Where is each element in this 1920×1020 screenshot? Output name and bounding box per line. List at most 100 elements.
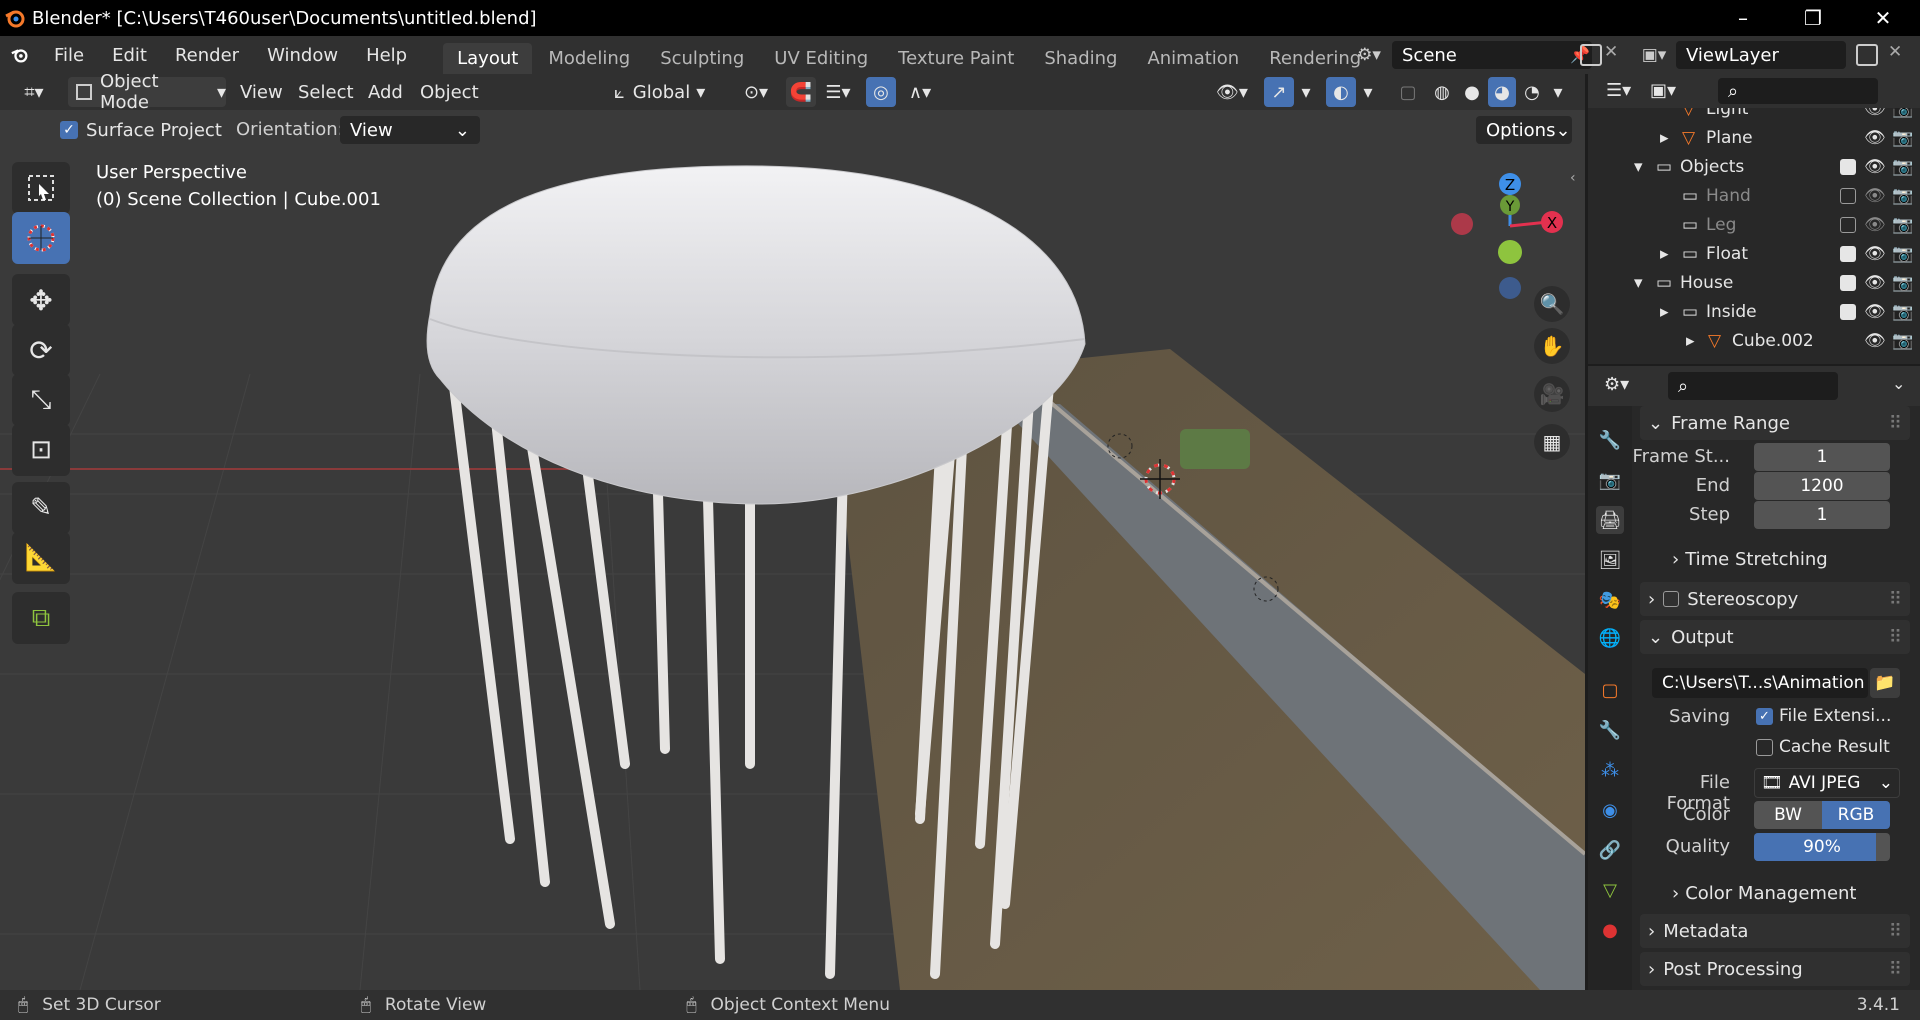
sidebar-toggle-icon[interactable]: ‹ xyxy=(1570,170,1576,186)
tab-uv-editing[interactable]: UV Editing xyxy=(760,43,882,74)
outliner-row[interactable]: ▸ ▭ Float 👁 📷 xyxy=(1588,239,1920,268)
expand-arrow-icon[interactable]: ▾ xyxy=(1634,273,1643,293)
stereoscopy-checkbox[interactable] xyxy=(1663,591,1680,607)
world-tab-icon[interactable]: 🌐 xyxy=(1596,624,1624,652)
output-tab-icon[interactable]: 🖨 xyxy=(1596,506,1624,534)
overlays-icon[interactable]: ◐ xyxy=(1326,77,1356,107)
gizmo-toggle-icon[interactable]: ↗ xyxy=(1264,77,1294,107)
cache-result-checkbox[interactable] xyxy=(1756,738,1773,756)
tool-tab-icon[interactable]: 🔧 xyxy=(1596,426,1624,454)
solid-shading-icon[interactable]: ● xyxy=(1458,77,1486,107)
surface-project-checkbox[interactable]: ✓ xyxy=(60,121,78,139)
outliner-row[interactable]: ▭ Hand 👁 📷 xyxy=(1588,181,1920,210)
move-tool[interactable]: ✥ xyxy=(12,274,70,326)
frame-step-field[interactable]: 1 xyxy=(1754,501,1890,529)
tab-shading[interactable]: Shading xyxy=(1030,43,1131,74)
transform-tool[interactable]: ⊡ xyxy=(12,424,70,476)
view-layer-browse-icon[interactable]: ▣▾ xyxy=(1636,40,1672,70)
material-tab-icon[interactable]: ● xyxy=(1596,916,1624,944)
frame-range-panel-header[interactable]: ⌄ Frame Range ⠿ xyxy=(1640,406,1910,440)
drag-handle-icon[interactable]: ⠿ xyxy=(1889,627,1902,648)
xray-icon[interactable]: ▢ xyxy=(1394,77,1422,107)
exclude-checkbox[interactable] xyxy=(1840,187,1856,204)
display-mode-icon[interactable]: ▣▾ xyxy=(1650,80,1676,101)
camera-render-icon[interactable]: 📷 xyxy=(1892,108,1913,119)
properties-editor-type-icon[interactable]: ⚙▾ xyxy=(1604,374,1629,395)
eye-icon[interactable]: 👁 xyxy=(1864,157,1886,177)
outliner-editor-type-icon[interactable]: ☰▾ xyxy=(1606,80,1631,101)
eye-icon[interactable]: 👁 xyxy=(1864,128,1886,148)
constraints-tab-icon[interactable]: 🔗 xyxy=(1596,836,1624,864)
viewport-menu-select[interactable]: Select xyxy=(298,77,354,107)
properties-options-icon[interactable]: ⌄ xyxy=(1892,374,1905,393)
particles-tab-icon[interactable]: ⁂ xyxy=(1596,756,1624,784)
viewport-menu-add[interactable]: Add xyxy=(368,77,403,107)
exclude-checkbox[interactable] xyxy=(1840,158,1856,175)
folder-icon[interactable]: 📁 xyxy=(1870,668,1900,698)
navigation-gizmo[interactable]: Z Y X xyxy=(1440,164,1580,304)
color-management-subpanel[interactable]: › Color Management xyxy=(1672,883,1857,904)
outliner-row[interactable]: ▸ ▽ Plane 👁 📷 xyxy=(1588,123,1920,152)
outliner-search-input[interactable]: ⌕ xyxy=(1718,78,1878,104)
tab-texture-paint[interactable]: Texture Paint xyxy=(884,43,1028,74)
mode-dropdown[interactable]: Object Mode ▾ xyxy=(68,74,226,113)
menu-window[interactable]: Window xyxy=(253,45,352,66)
color-rgb-button[interactable]: RGB xyxy=(1822,801,1890,829)
new-view-layer-icon[interactable] xyxy=(1856,44,1878,66)
gizmo-dropdown-icon[interactable]: ▾ xyxy=(1296,77,1316,107)
drag-handle-icon[interactable]: ⠿ xyxy=(1889,959,1902,980)
close-button[interactable]: ✕ xyxy=(1848,0,1918,36)
metadata-panel-header[interactable]: › Metadata ⠿ xyxy=(1640,914,1910,948)
expand-arrow-icon[interactable]: ▸ xyxy=(1686,331,1695,351)
exclude-checkbox[interactable] xyxy=(1840,303,1856,320)
camera-render-icon[interactable]: 📷 xyxy=(1892,273,1913,293)
post-processing-panel-header[interactable]: › Post Processing ⠿ xyxy=(1640,952,1910,986)
select-box-tool[interactable] xyxy=(12,162,70,214)
scale-tool[interactable]: ⤡ xyxy=(12,374,70,426)
wireframe-shading-icon[interactable]: ◍ xyxy=(1428,77,1456,107)
camera-render-icon[interactable]: 📷 xyxy=(1892,331,1913,351)
outliner-row[interactable]: ▾ ▭ Objects 👁 📷 xyxy=(1588,152,1920,181)
file-extensions-checkbox[interactable]: ✓ xyxy=(1756,707,1773,725)
menu-render[interactable]: Render xyxy=(161,45,253,66)
quality-slider[interactable]: 90% xyxy=(1754,833,1890,861)
camera-render-icon[interactable]: 📷 xyxy=(1892,186,1913,206)
frame-start-field[interactable]: 1 xyxy=(1754,443,1890,471)
color-bw-button[interactable]: BW xyxy=(1754,801,1822,829)
output-panel-header[interactable]: ⌄ Output ⠿ xyxy=(1640,620,1910,654)
expand-arrow-icon[interactable]: ▸ xyxy=(1660,128,1669,148)
overlays-dropdown-icon[interactable]: ▾ xyxy=(1358,77,1378,107)
viewport-menu-view[interactable]: View xyxy=(240,77,283,107)
physics-tab-icon[interactable]: ◉ xyxy=(1596,796,1624,824)
outliner-row[interactable]: ▸ ▽ Cube.002 👁 📷 xyxy=(1588,326,1920,355)
render-tab-icon[interactable]: 📷 xyxy=(1596,466,1624,494)
grid-projection-icon[interactable]: ▦ xyxy=(1534,424,1570,460)
eye-icon[interactable]: 👁 xyxy=(1864,215,1886,235)
exclude-checkbox[interactable] xyxy=(1840,245,1856,262)
snap-target-icon[interactable]: ☰▾ xyxy=(818,77,858,107)
add-cube-tool[interactable]: ⧉ xyxy=(12,592,70,644)
scene-browse-icon[interactable]: ⚙▾ xyxy=(1348,40,1390,70)
tab-modeling[interactable]: Modeling xyxy=(534,43,644,74)
material-shading-icon[interactable]: ◕ xyxy=(1488,77,1516,107)
file-format-dropdown[interactable]: 🎞 AVI JPEG ⌄ xyxy=(1754,768,1900,798)
transform-orientation-dropdown[interactable]: ⟀ Global ▾ xyxy=(608,77,718,107)
shading-dropdown-icon[interactable]: ▾ xyxy=(1548,77,1568,107)
eye-icon[interactable]: 👁 xyxy=(1864,302,1886,322)
view-layer-field[interactable]: ViewLayer xyxy=(1676,41,1846,69)
camera-view-icon[interactable]: 🎥 xyxy=(1534,376,1570,412)
orientation-dropdown[interactable]: View ⌄ xyxy=(340,116,480,144)
outliner-row[interactable]: ▽ Light 👁 📷 xyxy=(1588,108,1920,123)
visibility-icon[interactable]: 👁▾ xyxy=(1210,77,1254,107)
file-extensions-option[interactable]: ✓ File Extensi... xyxy=(1756,706,1891,726)
cursor-tool[interactable] xyxy=(12,212,70,264)
expand-arrow-icon[interactable]: ▸ xyxy=(1660,244,1669,264)
properties-search-input[interactable]: ⌕ xyxy=(1668,372,1838,400)
options-dropdown[interactable]: Options ⌄ xyxy=(1476,116,1572,144)
tab-sculpting[interactable]: Sculpting xyxy=(646,43,758,74)
object-tab-icon[interactable]: ▢ xyxy=(1596,676,1624,704)
menu-file[interactable]: File xyxy=(40,45,98,66)
tab-layout[interactable]: Layout xyxy=(443,43,533,74)
outliner-row[interactable]: ▭ Leg 👁 📷 xyxy=(1588,210,1920,239)
menu-edit[interactable]: Edit xyxy=(98,45,161,66)
